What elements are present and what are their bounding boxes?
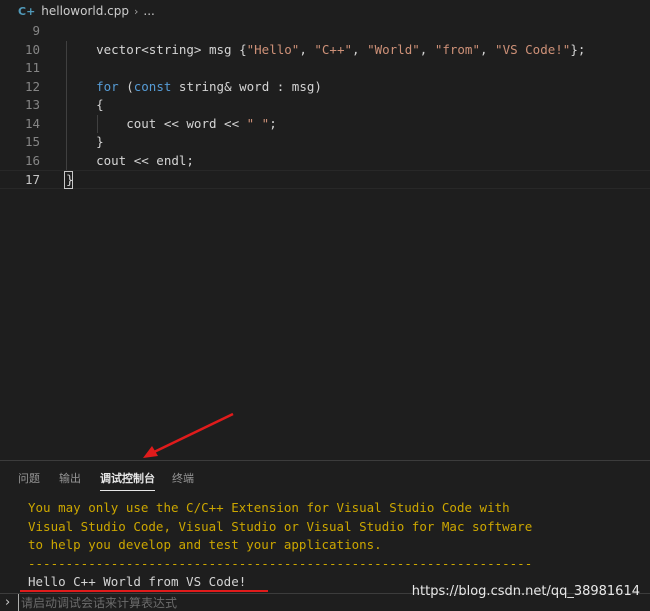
code-line[interactable]: 15 } <box>0 133 650 152</box>
breadcrumb: C+ helloworld.cpp › ... <box>0 0 650 22</box>
chevron-right-icon: › <box>5 595 11 610</box>
line-number[interactable]: 12 <box>10 78 40 97</box>
code-line[interactable]: 17} <box>0 170 650 189</box>
line-number[interactable]: 14 <box>10 115 40 134</box>
watermark: https://blog.csdn.net/qq_38981614 <box>411 584 640 599</box>
code-line[interactable]: 12 for (const string& word : msg) <box>0 78 650 97</box>
tab-terminal[interactable]: 终端 <box>172 470 194 490</box>
console-warning-line: to help you develop and test your applic… <box>28 537 382 552</box>
line-number[interactable]: 15 <box>10 133 40 152</box>
code-line[interactable]: 16 cout << endl; <box>0 152 650 171</box>
code-line[interactable]: 10 vector<string> msg {"Hello", "C++", "… <box>0 41 650 60</box>
debug-console: You may only use the C/C++ Extension for… <box>0 495 650 592</box>
breadcrumb-more[interactable]: ... <box>143 4 154 18</box>
code-editor[interactable]: 9 10 vector<string> msg {"Hello", "C++", … <box>0 22 650 460</box>
line-number[interactable]: 9 <box>10 22 40 41</box>
code-line[interactable]: 9 <box>0 22 650 41</box>
red-underline-annotation <box>20 590 268 592</box>
code-text[interactable]: } <box>66 133 104 152</box>
console-warning-line: You may only use the C/C++ Extension for… <box>28 500 510 515</box>
line-number[interactable]: 10 <box>10 41 40 60</box>
code-text[interactable]: { <box>66 96 104 115</box>
bracket-match-highlight <box>64 171 73 189</box>
code-line[interactable]: 13 { <box>0 96 650 115</box>
tab-problems[interactable]: 问题 <box>18 470 40 490</box>
line-number[interactable]: 17 <box>10 171 40 190</box>
breadcrumb-separator: › <box>133 4 139 18</box>
panel-tab-bar: 问题 输出 调试控制台 终端 <box>0 460 650 495</box>
tab-output[interactable]: 输出 <box>59 470 81 490</box>
indent-guide <box>66 40 67 170</box>
code-text[interactable]: for (const string& word : msg) <box>66 78 322 97</box>
line-number[interactable]: 13 <box>10 96 40 115</box>
line-number[interactable]: 16 <box>10 152 40 171</box>
cpp-file-icon: C+ <box>18 4 36 18</box>
indent-guide <box>97 114 98 133</box>
console-divider-line: ----------------------------------------… <box>28 555 533 571</box>
code-line[interactable]: 11 <box>0 59 650 78</box>
console-output-line: Hello C++ World from VS Code! <box>28 574 247 589</box>
line-number[interactable]: 11 <box>10 59 40 78</box>
code-text[interactable]: cout << endl; <box>66 152 194 171</box>
tab-debug-console[interactable]: 调试控制台 <box>100 470 155 491</box>
console-warning-line: Visual Studio Code, Visual Studio or Vis… <box>28 518 533 534</box>
breadcrumb-file-name[interactable]: helloworld.cpp <box>41 4 129 18</box>
code-text[interactable]: vector<string> msg {"Hello", "C++", "Wor… <box>66 41 585 60</box>
